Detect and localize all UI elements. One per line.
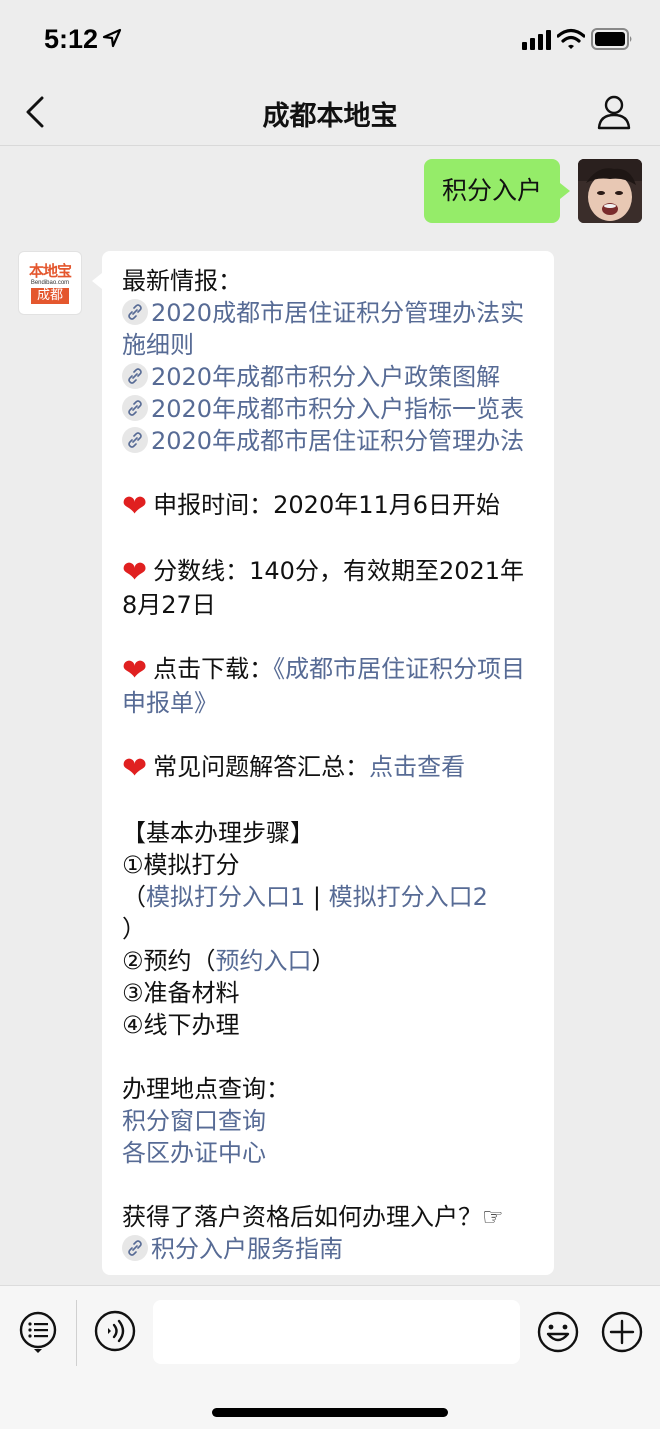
user-message-row: 积分入户 bbox=[423, 159, 642, 223]
simulate-link-1[interactable]: 模拟打分入口1 bbox=[146, 883, 305, 911]
district-center-link[interactable]: 各区办证中心 bbox=[122, 1137, 534, 1169]
plus-icon[interactable] bbox=[600, 1310, 644, 1354]
heart-icon: ❤ bbox=[122, 751, 148, 786]
apply-time-line: ❤ 申报时间：2020年11月6日开始 bbox=[122, 489, 534, 523]
battery-icon bbox=[591, 28, 632, 50]
hukou-question: 获得了落户资格后如何办理入户？☞ bbox=[122, 1203, 504, 1231]
bot-logo-top: 本地宝 bbox=[28, 261, 72, 280]
link-icon bbox=[122, 427, 148, 453]
status-bar: 5:12 bbox=[0, 0, 660, 78]
page-title: 成都本地宝 bbox=[262, 101, 398, 132]
link-icon bbox=[122, 395, 148, 421]
chat-area[interactable]: 积分入户 本地宝 Bendibao.com 成都 最新情报： 2020成都市居住… bbox=[0, 147, 660, 1285]
input-divider bbox=[76, 1300, 77, 1366]
cellular-signal-icon bbox=[522, 30, 551, 50]
list-icon[interactable] bbox=[18, 1310, 58, 1354]
window-query-link[interactable]: 积分窗口查询 bbox=[122, 1105, 534, 1137]
news-link-1[interactable]: 2020成都市居住证积分管理办法实施细则 bbox=[122, 297, 534, 361]
location-heading: 办理地点查询： bbox=[122, 1075, 290, 1103]
news-link-2-text[interactable]: 2020年成都市积分入户政策图解 bbox=[151, 363, 500, 391]
step-4: ④线下办理 bbox=[122, 1011, 240, 1039]
download-line: ❤ 点击下载：《成都市居住证积分项目申报单》 bbox=[122, 653, 534, 719]
message-input[interactable] bbox=[153, 1300, 520, 1364]
score-label: 分数线： bbox=[153, 557, 250, 585]
user-avatar-image bbox=[578, 159, 642, 223]
separator: | bbox=[305, 883, 329, 911]
download-label: 点击下载： bbox=[153, 655, 274, 683]
service-guide-line[interactable]: 积分入户服务指南 bbox=[122, 1233, 534, 1265]
news-link-2[interactable]: 2020年成都市积分入户政策图解 bbox=[122, 361, 534, 393]
bot-avatar[interactable]: 本地宝 Bendibao.com 成都 bbox=[18, 251, 82, 315]
user-message-bubble[interactable]: 积分入户 bbox=[423, 159, 571, 223]
faq-label: 常见问题解答汇总： bbox=[153, 753, 370, 781]
news-link-3-text[interactable]: 2020年成都市积分入户指标一览表 bbox=[151, 395, 524, 423]
simulate-link-2[interactable]: 模拟打分入口2 bbox=[329, 883, 488, 911]
nav-bar: 成都本地宝 bbox=[0, 78, 660, 146]
score-line: ❤ 分数线：140分，有效期至2021年8月27日 bbox=[122, 555, 534, 621]
heart-icon: ❤ bbox=[122, 653, 148, 688]
step-1: ①模拟打分 bbox=[122, 851, 240, 879]
paren-open: （ bbox=[122, 883, 146, 911]
apply-time-value: 2020年11月6日开始 bbox=[273, 491, 501, 519]
link-icon bbox=[122, 1235, 148, 1261]
link-icon bbox=[122, 299, 148, 325]
faq-line: ❤ 常见问题解答汇总：点击查看 bbox=[122, 751, 534, 785]
heart-icon: ❤ bbox=[122, 555, 148, 590]
section-heading-news: 最新情报： bbox=[122, 267, 242, 295]
apply-time-label: 申报时间： bbox=[153, 491, 274, 519]
heart-icon: ❤ bbox=[122, 489, 148, 524]
step-3: ③准备材料 bbox=[122, 979, 240, 1007]
smile-icon[interactable] bbox=[536, 1310, 580, 1354]
wifi-icon bbox=[557, 28, 585, 49]
service-guide-link[interactable]: 积分入户服务指南 bbox=[151, 1235, 343, 1263]
news-link-4-text[interactable]: 2020年成都市居住证积分管理办法 bbox=[151, 427, 524, 455]
step-2-text: ②预约（ bbox=[122, 947, 216, 975]
step-1-links: （模拟打分入口1 | 模拟打分入口2 ） bbox=[122, 881, 534, 945]
bot-message-bubble: 最新情报： 2020成都市居住证积分管理办法实施细则 2020年成都市积分入户政… bbox=[92, 251, 554, 1275]
paren-close: ） bbox=[122, 915, 146, 943]
step-2: ②预约（预约入口） bbox=[122, 945, 534, 977]
person-icon[interactable] bbox=[596, 94, 632, 130]
status-time: 5:12 bbox=[44, 24, 99, 54]
user-avatar[interactable] bbox=[578, 159, 642, 223]
bot-logo-domain: Bendibao.com bbox=[30, 279, 70, 286]
bot-message-row: 本地宝 Bendibao.com 成都 最新情报： 2020成都市居住证积分管理… bbox=[18, 251, 554, 1275]
faq-link[interactable]: 点击查看 bbox=[369, 753, 465, 781]
location-arrow-icon bbox=[102, 28, 122, 48]
bot-logo-city: 成都 bbox=[30, 287, 69, 304]
link-icon bbox=[122, 363, 148, 389]
news-link-3-4: 2020年成都市积分入户指标一览表 2020年成都市居住证积分管理办法 bbox=[122, 393, 534, 457]
step-2-suffix: ） bbox=[311, 947, 336, 975]
appointment-link[interactable]: 预约入口 bbox=[216, 947, 312, 975]
home-indicator[interactable] bbox=[212, 1408, 448, 1417]
steps-heading: 【基本办理步骤】 bbox=[122, 819, 314, 847]
news-link-1-text[interactable]: 2020成都市居住证积分管理办法实施细则 bbox=[122, 299, 524, 359]
input-bar bbox=[0, 1285, 660, 1429]
voice-icon[interactable] bbox=[94, 1310, 136, 1352]
